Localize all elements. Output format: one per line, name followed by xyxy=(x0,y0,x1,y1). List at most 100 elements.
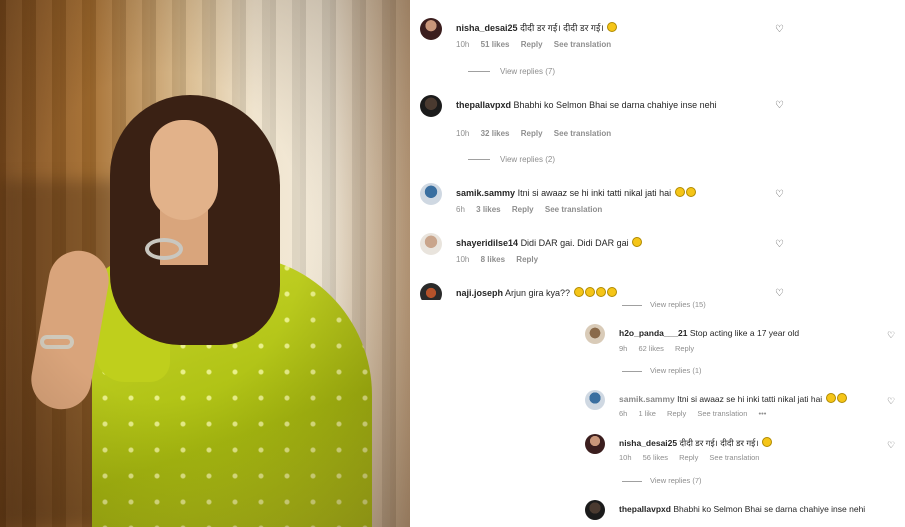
reply-button[interactable]: Reply xyxy=(667,409,686,418)
comment-meta: 10h 56 likes Reply See translation xyxy=(619,453,768,462)
comment-meta: 10h 8 likes Reply xyxy=(456,255,547,264)
comment-text: h2o_panda___21 Stop acting like a 17 yea… xyxy=(619,327,889,340)
comment-username[interactable]: h2o_panda___21 xyxy=(619,328,688,338)
comment-meta: 10h 32 likes Reply See translation xyxy=(456,129,620,138)
view-replies-button[interactable]: View replies (15) xyxy=(622,300,706,309)
comment-username[interactable]: samik.sammy xyxy=(619,394,675,404)
comment-body: Itni si awaaz se hi inki tatti nikal jat… xyxy=(517,188,672,198)
comment-likes[interactable]: 8 likes xyxy=(481,255,505,264)
like-heart-icon[interactable]: ♡ xyxy=(775,24,784,35)
reply-button[interactable]: Reply xyxy=(521,129,543,138)
reply-button[interactable]: Reply xyxy=(512,205,534,214)
view-replies-label: View replies (7) xyxy=(500,67,555,76)
emoji-icon xyxy=(761,437,772,447)
like-heart-icon[interactable]: ♡ xyxy=(775,288,784,299)
comment-username[interactable]: samik.sammy xyxy=(456,188,515,198)
see-translation-button[interactable]: See translation xyxy=(554,40,611,49)
avatar[interactable] xyxy=(585,324,605,344)
comments-panel-top: nisha_desai25 दीदी डर गई। दीदी डर गई। 10… xyxy=(410,0,905,305)
view-replies-button[interactable]: View replies (2) xyxy=(468,155,555,164)
like-heart-icon[interactable]: ♡ xyxy=(775,189,784,200)
comment-time: 9h xyxy=(619,344,628,353)
comment-body: दीदी डर गई। दीदी डर गई। xyxy=(679,438,759,448)
comment-body: Stop acting like a 17 year old xyxy=(689,328,800,338)
avatar[interactable] xyxy=(420,95,442,117)
comment-meta: 9h 62 likes Reply xyxy=(619,344,703,353)
emoji-icon xyxy=(825,393,836,403)
comment-text: shayeridilse14 Didi DAR gai. Didi DAR ga… xyxy=(456,236,756,250)
view-replies-button[interactable]: View replies (7) xyxy=(622,476,702,485)
like-heart-icon[interactable]: ♡ xyxy=(887,440,895,451)
comment-body: Itni si awaaz se hi inki tatti nikal jat… xyxy=(677,394,823,404)
emoji-icon xyxy=(607,22,618,32)
view-replies-button[interactable]: View replies (1) xyxy=(622,366,702,375)
like-heart-icon[interactable]: ♡ xyxy=(887,330,895,341)
avatar[interactable] xyxy=(585,500,605,520)
like-heart-icon[interactable]: ♡ xyxy=(775,100,784,111)
comment-text: thepallavpxd Bhabhi ko Selmon Bhai se da… xyxy=(456,98,756,112)
avatar[interactable] xyxy=(585,390,605,410)
see-translation-button[interactable]: See translation xyxy=(697,409,747,418)
comment-username[interactable]: nisha_desai25 xyxy=(456,23,518,33)
emoji-icon xyxy=(573,287,584,297)
see-translation-button[interactable]: See translation xyxy=(545,205,602,214)
comment-likes[interactable]: 32 likes xyxy=(481,129,510,138)
like-heart-icon[interactable]: ♡ xyxy=(775,239,784,250)
avatar[interactable] xyxy=(420,183,442,205)
comments-panel-bottom: View replies (15) h2o_panda___21 Stop ac… xyxy=(580,300,905,527)
view-replies-label: View replies (1) xyxy=(650,366,702,375)
comment-time: 10h xyxy=(619,453,632,462)
comment-text: nisha_desai25 दीदी डर गई। दीदी डर गई। xyxy=(619,437,889,450)
comment-username[interactable]: nisha_desai25 xyxy=(619,438,677,448)
emoji-icon xyxy=(606,287,617,297)
avatar[interactable] xyxy=(420,18,442,40)
avatar[interactable] xyxy=(420,233,442,255)
post-photo xyxy=(0,0,410,527)
comment-text: naji.joseph Arjun gira kya?? xyxy=(456,286,756,300)
comment-meta: 6h 1 like Reply See translation ••• xyxy=(619,409,775,418)
more-options-icon[interactable]: ••• xyxy=(758,409,766,418)
comment-username[interactable]: shayeridilse14 xyxy=(456,238,518,248)
emoji-icon xyxy=(685,187,696,197)
comment-username[interactable]: naji.joseph xyxy=(456,288,503,298)
reply-button[interactable]: Reply xyxy=(679,453,698,462)
comment-likes[interactable]: 3 likes xyxy=(476,205,500,214)
comment-meta: 6h 3 likes Reply See translation xyxy=(456,205,611,214)
comment-likes[interactable]: 56 likes xyxy=(643,453,668,462)
emoji-icon xyxy=(595,287,606,297)
comment-likes[interactable]: 1 like xyxy=(638,409,656,418)
comment-body: Didi DAR gai. Didi DAR gai xyxy=(520,238,629,248)
comment-time: 6h xyxy=(619,409,628,418)
emoji-icon xyxy=(632,237,643,247)
comment-time: 6h xyxy=(456,205,465,214)
comment-username[interactable]: thepallavpxd xyxy=(456,100,511,110)
comment-body: दीदी डर गई। दीदी डर गई। xyxy=(520,23,604,33)
emoji-icon xyxy=(584,287,595,297)
reply-button[interactable]: Reply xyxy=(516,255,538,264)
comment-text: thepallavpxd Bhabhi ko Selmon Bhai se da… xyxy=(619,503,889,516)
emoji-icon xyxy=(836,393,847,403)
like-heart-icon[interactable]: ♡ xyxy=(887,396,895,407)
emoji-icon xyxy=(674,187,685,197)
comment-body: Bhabhi ko Selmon Bhai se darna chahiye i… xyxy=(513,100,717,110)
comment-time: 10h xyxy=(456,40,470,49)
comment-text: samik.sammy Itni si awaaz se hi inki tat… xyxy=(456,186,756,200)
comment-username[interactable]: thepallavpxd xyxy=(619,504,671,514)
see-translation-button[interactable]: See translation xyxy=(709,453,759,462)
comment-body: Arjun gira kya?? xyxy=(505,288,571,298)
comment-likes[interactable]: 62 likes xyxy=(638,344,663,353)
view-replies-label: View replies (7) xyxy=(650,476,702,485)
view-replies-button[interactable]: View replies (7) xyxy=(468,67,555,76)
blank-area xyxy=(410,300,580,527)
avatar[interactable] xyxy=(585,434,605,454)
comment-body: Bhabhi ko Selmon Bhai se darna chahiye i… xyxy=(673,504,866,514)
comment-likes[interactable]: 51 likes xyxy=(481,40,510,49)
see-translation-button[interactable]: See translation xyxy=(554,129,611,138)
view-replies-label: View replies (2) xyxy=(500,155,555,164)
reply-button[interactable]: Reply xyxy=(675,344,694,353)
comment-time: 10h xyxy=(456,129,470,138)
comment-text: samik.sammy Itni si awaaz se hi inki tat… xyxy=(619,393,889,406)
comment-meta: 10h 51 likes Reply See translation xyxy=(456,40,620,49)
comment-text: nisha_desai25 दीदी डर गई। दीदी डर गई। xyxy=(456,21,756,35)
reply-button[interactable]: Reply xyxy=(521,40,543,49)
